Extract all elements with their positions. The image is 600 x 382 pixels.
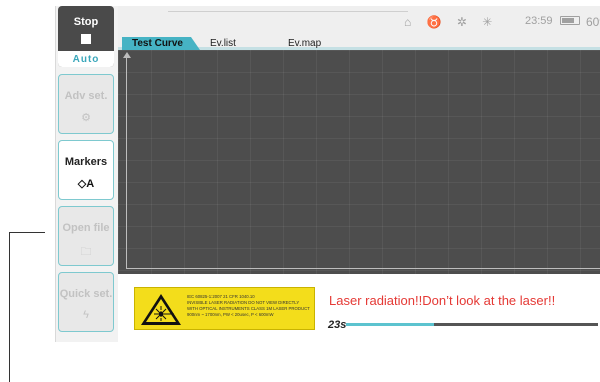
y-axis	[126, 54, 127, 268]
battery-level	[562, 18, 574, 23]
otdr-screen: Stop Auto Adv set. ⚙ Markers ◇A Open fil…	[55, 6, 600, 342]
stop-square-icon	[81, 34, 91, 44]
battery-percent: 60%	[586, 15, 600, 29]
adv-set-button[interactable]: Adv set. ⚙	[58, 74, 114, 134]
quick-set-button[interactable]: Quick set. ϟ	[58, 272, 114, 332]
y-axis-arrow	[123, 52, 131, 58]
laser-warning-text: IEC 60825-1:2007 21 CFR 1040.10 INVISIBL…	[187, 294, 310, 318]
timer-label: 23s	[328, 319, 347, 331]
open-file-label: Open file	[62, 222, 110, 234]
auto-mode-label: Auto	[72, 54, 100, 65]
quick-set-label: Quick set.	[59, 288, 113, 300]
measurement-progress-bar	[346, 323, 598, 326]
battery-icon	[560, 16, 580, 25]
laser-hazard-icon	[141, 294, 181, 325]
tab-test-curve[interactable]: Test Curve	[122, 37, 200, 50]
x-axis	[126, 268, 600, 269]
open-file-button[interactable]: Open file 🗀	[58, 206, 114, 266]
stop-label: Stop	[73, 16, 99, 28]
tab-ev-map[interactable]: Ev.map	[288, 37, 321, 50]
markers-button[interactable]: Markers ◇A	[58, 140, 114, 200]
callout-line	[9, 232, 45, 233]
status-divider	[168, 11, 408, 12]
gear-icon: ⚙	[81, 112, 91, 124]
stop-button[interactable]: Stop Auto	[58, 6, 114, 67]
marker-diamond-icon: ◇A	[77, 178, 95, 190]
lightning-icon: ϟ	[83, 309, 89, 321]
warning-line: 900nm ~ 1700nm, PW < 20usec, P < 600mW	[187, 312, 274, 317]
adv-set-label: Adv set.	[64, 90, 108, 102]
folder-icon: 🗀	[80, 246, 92, 258]
status-icons: ⌂ ♉ ✲ ✳	[404, 15, 499, 29]
measurement-progress-fill	[346, 323, 435, 326]
laser-warning-label: IEC 60825-1:2007 21 CFR 1040.10 INVISIBL…	[134, 287, 315, 330]
status-bar: ⌂ ♉ ✲ ✳ 23:59 60%	[118, 6, 600, 36]
laser-warning-message: Laser radiation!!Don’t look at the laser…	[329, 293, 556, 308]
left-sidebar: Stop Auto Adv set. ⚙ Markers ◇A Open fil…	[56, 6, 118, 342]
markers-label: Markers	[64, 156, 108, 168]
trace-chart[interactable]	[118, 50, 600, 274]
tab-ev-list[interactable]: Ev.list	[210, 37, 236, 50]
tab-bar: Test Curve Ev.list Ev.map	[118, 36, 600, 50]
clock: 23:59	[525, 15, 553, 27]
callout-line-vertical	[9, 232, 10, 382]
